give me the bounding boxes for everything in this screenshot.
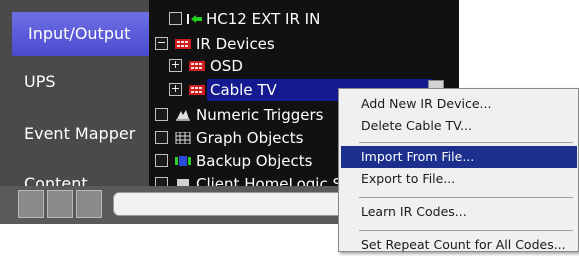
expand-toggle-icon[interactable]: + [169, 59, 182, 72]
tree-row-label: Graph Objects [196, 129, 304, 147]
tree-row-ir-devices[interactable]: − IR Devices [149, 33, 459, 55]
menu-separator [359, 142, 573, 143]
ir-device-icon [175, 39, 191, 49]
row-checkbox[interactable] [155, 154, 168, 167]
tree-row-label: Numeric Triggers [196, 106, 324, 124]
context-menu: Add New IR Device... Delete Cable TV... … [338, 88, 579, 252]
menu-separator [359, 230, 573, 231]
graph-object-icon [175, 132, 191, 144]
collapse-toggle-icon[interactable]: − [155, 37, 168, 50]
nav-item-ups[interactable]: UPS [0, 60, 149, 104]
menu-item-import-from-file[interactable]: Import From File... [341, 146, 577, 168]
expand-toggle-icon[interactable]: + [169, 83, 182, 96]
row-checkbox[interactable] [169, 12, 182, 25]
menu-item-set-repeat-count[interactable]: Set Repeat Count for All Codes... [341, 234, 577, 256]
tree-row-hc12-ext-ir-in[interactable]: HC12 EXT IR IN [149, 8, 459, 30]
tree-row-label: Client HomeLogic S [196, 175, 342, 186]
menu-item-export-to-file[interactable]: Export to File... [341, 168, 577, 190]
backup-object-icon [175, 156, 191, 166]
nav-item-input-output[interactable]: Input/Output [12, 12, 149, 56]
row-checkbox[interactable] [155, 131, 168, 144]
tree-row-osd[interactable]: + OSD [149, 55, 459, 77]
tree-row-label: IR Devices [196, 35, 275, 53]
ir-input-icon [187, 14, 202, 24]
toolbar-button[interactable] [47, 190, 73, 218]
toolbar-button[interactable] [18, 190, 44, 218]
row-checkbox[interactable] [155, 177, 168, 186]
toolbar-button[interactable] [76, 190, 102, 218]
tree-row-label: OSD [210, 57, 243, 75]
client-icon [177, 179, 189, 186]
menu-item-add-new-ir-device[interactable]: Add New IR Device... [341, 93, 577, 115]
ir-device-icon [189, 85, 205, 95]
tree-row-label: Backup Objects [196, 152, 313, 170]
ir-device-icon [189, 61, 205, 71]
nav-item-event-mapper[interactable]: Event Mapper [0, 112, 149, 156]
numeric-trigger-icon [176, 110, 190, 121]
menu-item-learn-ir-codes[interactable]: Learn IR Codes... [341, 201, 577, 223]
menu-separator [359, 197, 573, 198]
window-background [0, 224, 340, 252]
row-checkbox[interactable] [155, 108, 168, 121]
menu-item-delete-cable-tv[interactable]: Delete Cable TV... [341, 115, 577, 137]
tree-row-label: HC12 EXT IR IN [206, 10, 321, 28]
search-input[interactable] [113, 192, 363, 216]
